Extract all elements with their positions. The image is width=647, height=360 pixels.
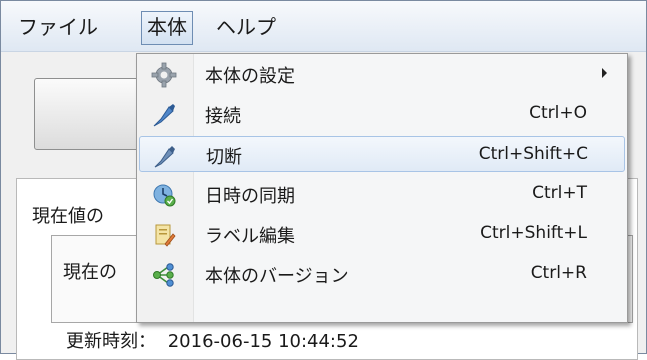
menu-item-label: 本体のバージョン xyxy=(205,266,349,287)
menu-item-shortcut: Ctrl+T xyxy=(532,183,587,203)
device-dropdown-menu: 本体の設定 接続 Ctrl+O 切断 Ctrl+Shift+C 日時の同期 Ct… xyxy=(136,53,628,323)
menu-item-disconnect[interactable]: 切断 Ctrl+Shift+C xyxy=(139,136,625,172)
menu-item-label: 切断 xyxy=(206,147,242,168)
menu-item-label: 接続 xyxy=(205,106,241,127)
gear-icon xyxy=(151,62,177,88)
disconnect-plug-icon xyxy=(154,146,175,168)
menu-file[interactable]: ファイル xyxy=(13,11,103,43)
menu-item-label: 本体の設定 xyxy=(205,66,295,87)
current-subgroup-title: 現在の xyxy=(63,262,117,283)
update-time-label: 更新時刻： xyxy=(66,331,156,352)
menu-item-shortcut: Ctrl+Shift+L xyxy=(480,223,587,243)
menu-help[interactable]: ヘルプ xyxy=(211,11,281,43)
update-time-value: 2016-06-15 10:44:52 xyxy=(167,331,359,352)
menu-item-time-sync[interactable]: 日時の同期 Ctrl+T xyxy=(139,176,623,212)
version-tree-icon xyxy=(153,263,174,287)
menu-item-label-edit[interactable]: ラベル編集 Ctrl+Shift+L xyxy=(139,216,623,252)
current-value-group-title: 現在値の xyxy=(32,202,104,228)
menu-item-shortcut: Ctrl+O xyxy=(529,103,587,123)
update-time-row: 更新時刻： 2016-06-15 10:44:52 xyxy=(66,327,359,353)
menu-item-connect[interactable]: 接続 Ctrl+O xyxy=(139,96,623,132)
menu-device[interactable]: 本体 xyxy=(141,11,193,45)
menu-item-device-settings[interactable]: 本体の設定 xyxy=(139,56,623,92)
menu-bar: ファイル 本体 ヘルプ xyxy=(1,1,646,52)
menu-item-shortcut: Ctrl+R xyxy=(530,263,587,283)
clock-sync-icon xyxy=(153,184,176,207)
menu-item-version[interactable]: 本体のバージョン Ctrl+R xyxy=(139,256,623,292)
connect-plug-icon xyxy=(153,104,175,127)
label-edit-icon xyxy=(155,224,176,247)
menu-item-label: 日時の同期 xyxy=(205,186,295,207)
menu-item-label: ラベル編集 xyxy=(205,226,295,247)
menu-item-shortcut: Ctrl+Shift+C xyxy=(478,144,588,164)
submenu-arrow-icon xyxy=(602,68,607,78)
